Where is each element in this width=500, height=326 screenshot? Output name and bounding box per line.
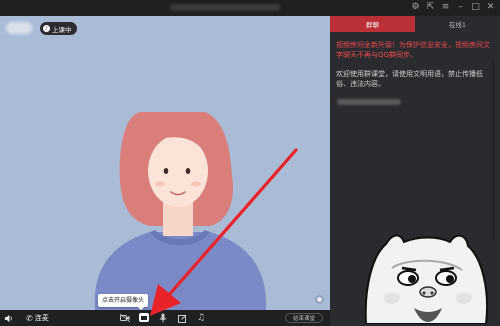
camera-button[interactable] <box>119 312 131 324</box>
camera-icon <box>120 314 130 322</box>
tab-online[interactable]: 在线1 <box>415 16 500 32</box>
gear-icon[interactable]: ⚙ <box>410 2 421 13</box>
mic-indicator-icon: ● <box>315 295 324 304</box>
live-status-label: 上课中 <box>52 25 72 34</box>
bottom-toolbar: ✆ 连麦 ♫ 结束课堂 <box>0 310 330 326</box>
video-stage: ♪ 上课中 ● <box>0 16 330 310</box>
title-bar: ⚙ ⇱ ≡ – □ ✕ <box>0 0 500 16</box>
welcome-message: 欢迎使用群课堂，请使用文明用语，禁止传播低俗、违法内容。 <box>336 70 483 88</box>
default-teacher-illustration <box>94 112 267 310</box>
window-controls: ⚙ ⇱ ≡ – □ ✕ <box>410 2 496 13</box>
maximize-icon[interactable]: □ <box>470 2 481 13</box>
camera-tooltip: 点击开启摄像头 <box>98 294 149 310</box>
connect-mic-button[interactable]: ✆ 连麦 <box>26 312 49 324</box>
music-button[interactable]: ♫ <box>195 312 207 324</box>
phone-icon: ✆ <box>26 313 33 323</box>
external-icon[interactable]: ⇱ <box>425 2 436 13</box>
connect-mic-label: 连麦 <box>34 314 49 322</box>
blurred-chat-line <box>337 99 401 105</box>
speaker-icon[interactable] <box>4 312 14 324</box>
baby-face-sticker <box>364 234 489 324</box>
whiteboard-button[interactable] <box>176 312 188 324</box>
music-icon: ♫ <box>196 313 206 323</box>
screen-share-button[interactable] <box>139 313 149 322</box>
panel-scrollbar[interactable] <box>492 60 495 240</box>
blurred-avatar <box>6 22 32 34</box>
screen-share-icon <box>141 315 147 320</box>
end-class-button[interactable]: 结束课堂 <box>285 313 323 323</box>
microphone-button[interactable] <box>157 312 169 324</box>
microphone-icon <box>159 313 167 323</box>
panel-tabs: 群聊 在线1 <box>330 16 500 32</box>
close-icon[interactable]: ✕ <box>485 2 496 13</box>
edit-icon <box>177 314 186 323</box>
system-notice: 视频房间全新升级！为保护信息安全，视频房间文字聊天不再与QQ群同步。 <box>336 41 490 59</box>
live-status-badge: ♪ 上课中 <box>40 22 77 35</box>
mic-status-icon: ♪ <box>43 25 50 32</box>
minimize-icon[interactable]: – <box>455 2 466 13</box>
blurred-window-title <box>170 4 280 11</box>
menu-icon[interactable]: ≡ <box>440 2 451 13</box>
tab-group-chat[interactable]: 群聊 <box>330 16 415 32</box>
